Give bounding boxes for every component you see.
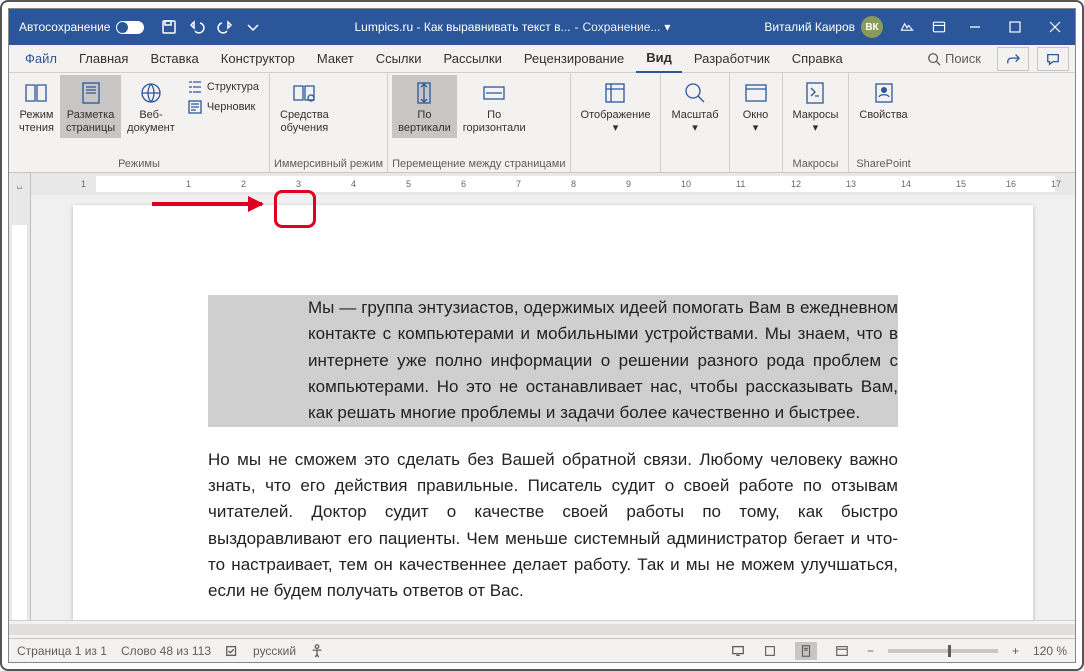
- redo-icon[interactable]: [214, 15, 236, 39]
- ruler-tick: 17: [1051, 179, 1061, 189]
- zoom-out-button[interactable]: −: [867, 644, 874, 658]
- tab-view[interactable]: Вид: [636, 45, 682, 73]
- group-immersive-label: Иммерсивный режим: [274, 156, 383, 172]
- ruler-tick: 14: [901, 179, 911, 189]
- share-button[interactable]: [997, 47, 1029, 71]
- page-layout-button[interactable]: Разметка страницы: [60, 75, 121, 138]
- tab-developer[interactable]: Разработчик: [684, 45, 780, 73]
- zoom-level[interactable]: 120 %: [1033, 644, 1067, 658]
- ruler-tick: 1: [186, 179, 191, 189]
- tab-layout[interactable]: Макет: [307, 45, 364, 73]
- language-indicator[interactable]: русский: [253, 644, 296, 658]
- vertical-ruler[interactable]: [9, 195, 31, 620]
- ribbon: Режим чтения Разметка страницы Веб- доку…: [9, 73, 1075, 173]
- paragraph-selected[interactable]: Мы — группа энтузиастов, одержимых идеей…: [208, 295, 898, 427]
- ruler-tick: 3: [296, 179, 301, 189]
- horizontal-scrollbar[interactable]: [9, 620, 1075, 638]
- status-bar: Страница 1 из 1 Слово 48 из 113 русский …: [9, 638, 1075, 662]
- autosave-label: Автосохранение: [19, 20, 110, 34]
- qat-more-icon[interactable]: [242, 15, 264, 39]
- zoom-slider[interactable]: [888, 649, 998, 653]
- autosave[interactable]: Автосохранение: [9, 20, 154, 34]
- ruler-tick: 15: [956, 179, 966, 189]
- group-macros-label: Макросы: [787, 156, 845, 172]
- window-button[interactable]: Окно▾: [734, 75, 778, 138]
- user-account[interactable]: Виталий Каиров ВК: [756, 16, 891, 38]
- show-button[interactable]: Отображение▾: [575, 75, 657, 138]
- accessibility-button[interactable]: [310, 644, 324, 658]
- paragraph[interactable]: Но мы не сможем это сделать без Вашей об…: [208, 447, 898, 605]
- search-label: Поиск: [945, 51, 981, 66]
- ribbon-tabs: Файл Главная Вставка Конструктор Макет С…: [9, 45, 1075, 73]
- ruler-tick: 1: [81, 179, 86, 189]
- zoom-button[interactable]: Масштаб▾: [665, 75, 724, 138]
- learning-tools-button[interactable]: Средства обучения: [274, 75, 335, 138]
- title-bar: Автосохранение Lumpics.ru - Как выравнив…: [9, 9, 1075, 45]
- search-icon: [927, 52, 941, 66]
- minimize-button[interactable]: [955, 9, 995, 45]
- ruler-tick: 12: [791, 179, 801, 189]
- read-mode-button[interactable]: Режим чтения: [13, 75, 60, 138]
- tab-references[interactable]: Ссылки: [366, 45, 432, 73]
- ruler-tick: 16: [1006, 179, 1016, 189]
- web-layout-view-button[interactable]: [831, 642, 853, 660]
- page-indicator[interactable]: Страница 1 из 1: [17, 644, 107, 658]
- document-view[interactable]: Мы — группа энтузиастов, одержимых идеей…: [31, 195, 1075, 620]
- draft-button[interactable]: Черновик: [183, 97, 263, 117]
- save-status: Сохранение...: [583, 20, 661, 34]
- doc-name: Lumpics.ru - Как выравнивать текст в...: [355, 20, 571, 34]
- ruler-tick: 13: [846, 179, 856, 189]
- annotation-arrow: [152, 202, 262, 206]
- maximize-button[interactable]: [995, 9, 1035, 45]
- print-layout-button[interactable]: [795, 642, 817, 660]
- group-sharepoint-label: SharePoint: [853, 156, 913, 172]
- horizontal-ruler[interactable]: ␣ 211234567891011121314151617: [9, 173, 1075, 195]
- avatar: ВК: [861, 16, 883, 38]
- zoom-in-button[interactable]: +: [1012, 644, 1019, 658]
- macros-button[interactable]: Макросы▾: [787, 75, 845, 138]
- ruler-tick: 2: [241, 179, 246, 189]
- horizontal-button[interactable]: По горизонтали: [457, 75, 532, 138]
- comments-button[interactable]: [1037, 47, 1069, 71]
- undo-icon[interactable]: [186, 15, 208, 39]
- tab-home[interactable]: Главная: [69, 45, 138, 73]
- ruler-tick: 11: [736, 179, 745, 189]
- user-name: Виталий Каиров: [764, 20, 855, 34]
- annotation-highlight: [274, 190, 316, 228]
- spellcheck-button[interactable]: [225, 644, 239, 658]
- word-count[interactable]: Слово 48 из 113: [121, 644, 211, 658]
- ruler-tick: 9: [626, 179, 631, 189]
- vertical-button[interactable]: По вертикали: [392, 75, 457, 138]
- properties-button[interactable]: Свойства: [853, 75, 913, 126]
- tab-design[interactable]: Конструктор: [211, 45, 305, 73]
- document-title: Lumpics.ru - Как выравнивать текст в... …: [268, 20, 756, 34]
- focus-mode-button[interactable]: [759, 642, 781, 660]
- ruler-corner: ␣: [9, 173, 31, 195]
- group-pagemove-label: Перемещение между страницами: [392, 156, 565, 172]
- ruler-tick: 7: [516, 179, 521, 189]
- display-settings-button[interactable]: [731, 644, 745, 658]
- ruler-tick: 8: [571, 179, 576, 189]
- ribbon-options-icon[interactable]: [923, 9, 955, 45]
- tab-file[interactable]: Файл: [15, 45, 67, 73]
- coming-soon-icon[interactable]: [891, 9, 923, 45]
- tab-help[interactable]: Справка: [782, 45, 853, 73]
- group-views-label: Режимы: [13, 156, 265, 172]
- ruler-tick: 4: [351, 179, 356, 189]
- save-icon[interactable]: [158, 15, 180, 39]
- tab-insert[interactable]: Вставка: [140, 45, 208, 73]
- tab-mailings[interactable]: Рассылки: [433, 45, 511, 73]
- web-layout-button[interactable]: Веб- документ: [121, 75, 181, 138]
- page: Мы — группа энтузиастов, одержимых идеей…: [73, 205, 1033, 620]
- autosave-toggle[interactable]: [116, 21, 144, 34]
- tab-review[interactable]: Рецензирование: [514, 45, 634, 73]
- ruler-tick: 10: [681, 179, 691, 189]
- search-box[interactable]: Поиск: [919, 51, 989, 66]
- ruler-tick: 5: [406, 179, 411, 189]
- ruler-tick: 6: [461, 179, 466, 189]
- close-button[interactable]: [1035, 9, 1075, 45]
- outline-button[interactable]: Структура: [183, 77, 263, 97]
